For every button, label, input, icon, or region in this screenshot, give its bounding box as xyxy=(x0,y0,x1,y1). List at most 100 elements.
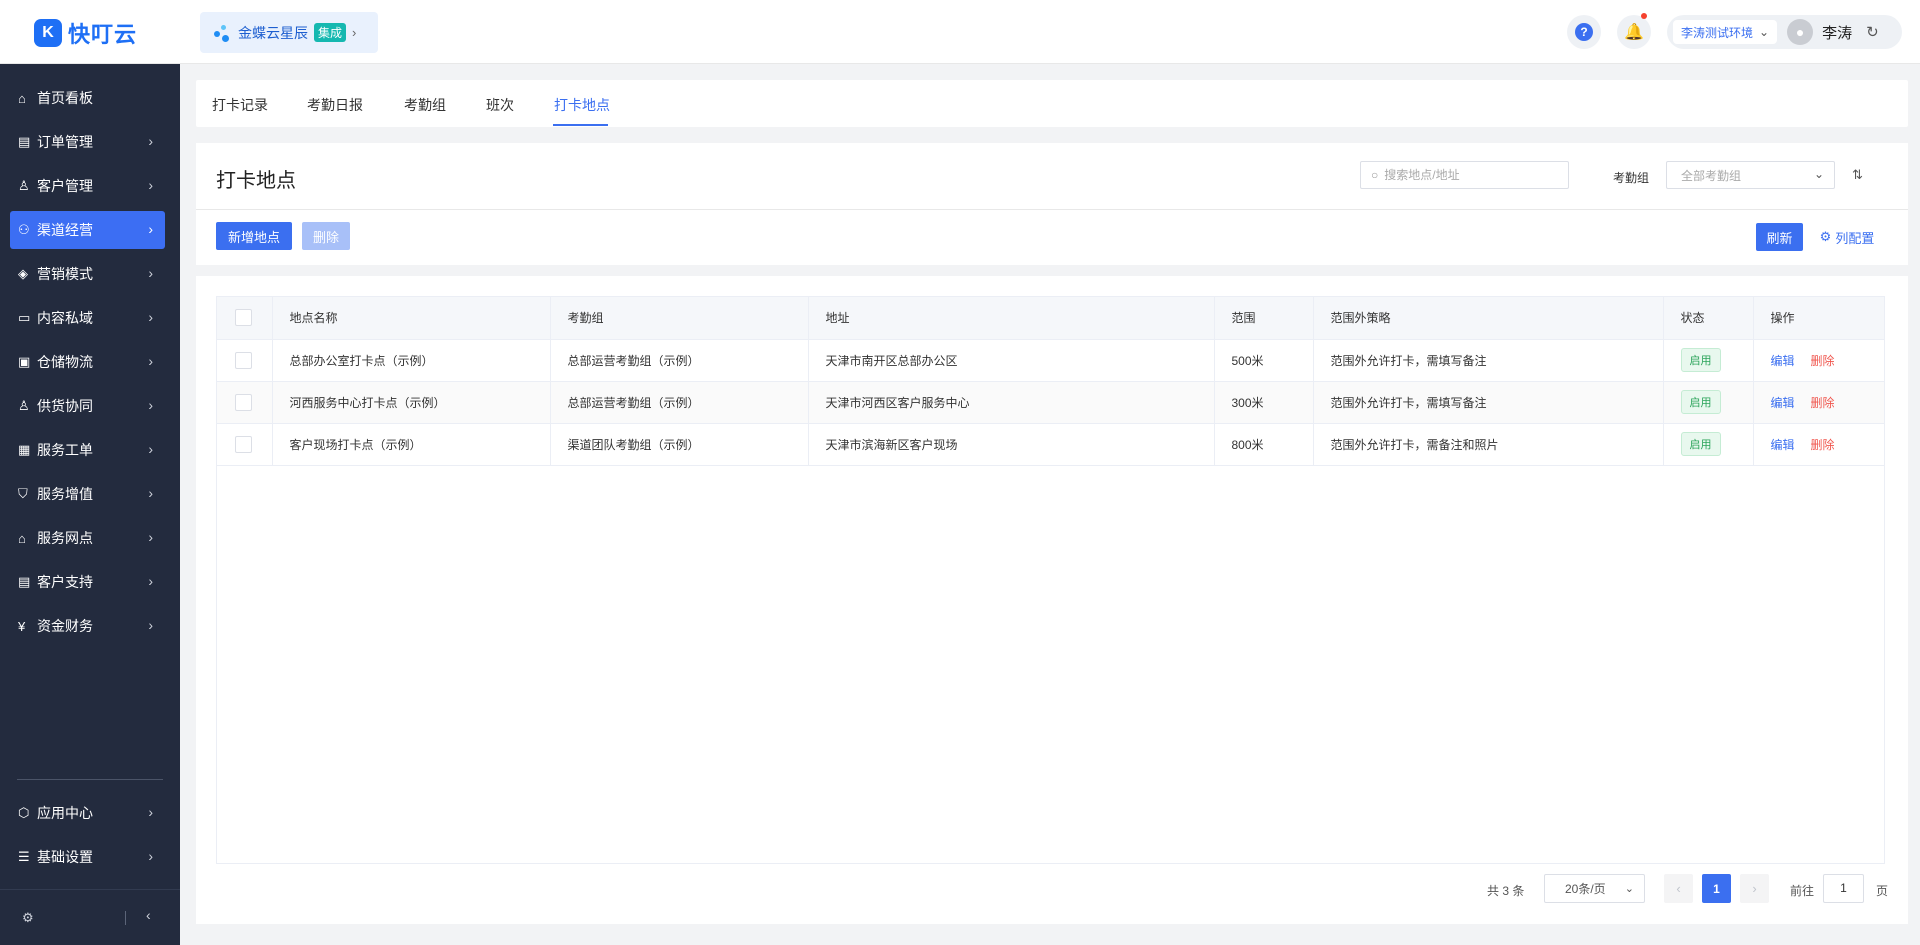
cell-policy: 范围外允许打卡，需备注和照片 xyxy=(1313,423,1664,466)
cube-icon: ⬡ xyxy=(18,805,30,820)
attendance-group-select[interactable]: 全部考勤组 ⌄ xyxy=(1666,161,1835,189)
select-all-checkbox[interactable] xyxy=(235,309,252,327)
notification-button[interactable]: 🔔 xyxy=(1617,13,1651,49)
chevron-down-icon: ⌄ xyxy=(1813,167,1824,181)
delete-link[interactable]: 删除 xyxy=(1811,438,1835,452)
image-icon: ▭ xyxy=(18,310,31,325)
column-header-policy: 范围外策略 xyxy=(1313,297,1664,340)
tab-punch-locations[interactable]: 打卡地点 xyxy=(554,95,610,115)
sidebar-item-marketing[interactable]: ◈ 营销模式 › xyxy=(10,255,165,293)
sidebar-item-finance[interactable]: ¥ 资金财务 › xyxy=(10,607,165,645)
select-placeholder: 全部考勤组 xyxy=(1681,168,1742,183)
integration-name: 金蝶云星辰 xyxy=(238,24,308,41)
sidebar-item-support[interactable]: ▤ 客户支持 › xyxy=(10,563,165,601)
sidebar: ⌂ 首页看板 ▤ 订单管理 › ♙ 客户管理 › ⚇ 渠道经营 › ◈ 营销模式… xyxy=(0,64,180,945)
attendance-group-filter-label: 考勤组 xyxy=(1613,171,1650,185)
sidebar-item-label: 内容私域 xyxy=(37,310,93,326)
cell-name: 总部办公室打卡点（示例） xyxy=(272,339,551,382)
bell-icon: 🔔 xyxy=(1624,24,1644,41)
row-checkbox[interactable] xyxy=(235,393,252,411)
column-config-button[interactable]: ⚙ 列配置 xyxy=(1812,223,1882,251)
sidebar-item-app-center[interactable]: ⬡ 应用中心 › xyxy=(10,794,165,832)
edit-link[interactable]: 编辑 xyxy=(1771,354,1795,368)
row-select-cell xyxy=(217,339,273,382)
table-row: 河西服务中心打卡点（示例） 总部运营考勤组（示例） 天津市河西区客户服务中心 3… xyxy=(217,381,1884,424)
row-checkbox[interactable] xyxy=(235,435,252,453)
sidebar-item-basic-settings[interactable]: ☰ 基础设置 › xyxy=(10,838,165,876)
delete-link[interactable]: 删除 xyxy=(1811,354,1835,368)
workorder-icon: ▦ xyxy=(18,442,31,457)
sidebar-item-orders[interactable]: ▤ 订单管理 › xyxy=(10,123,165,161)
column-header-name: 地点名称 xyxy=(272,297,551,340)
refresh-button[interactable]: 刷新 xyxy=(1756,223,1803,251)
edit-link[interactable]: 编辑 xyxy=(1771,396,1795,410)
sidebar-item-warehouse[interactable]: ▣ 仓储物流 › xyxy=(10,343,165,381)
sidebar-item-workorders[interactable]: ▦ 服务工单 › xyxy=(10,431,165,469)
sidebar-item-supply[interactable]: ♙ 供货协同 › xyxy=(10,387,165,425)
sidebar-item-content[interactable]: ▭ 内容私域 › xyxy=(10,299,165,337)
prev-page-button[interactable]: ‹ xyxy=(1664,874,1693,903)
cell-actions: 编辑 删除 xyxy=(1753,423,1884,466)
sidebar-item-label: 客户支持 xyxy=(37,574,93,590)
search-input[interactable] xyxy=(1384,168,1555,182)
chevron-right-icon: › xyxy=(148,529,153,545)
tab-attendance-groups[interactable]: 考勤组 xyxy=(404,95,446,115)
cell-range: 500米 xyxy=(1214,339,1314,382)
reload-icon[interactable]: ↻ xyxy=(1866,23,1879,41)
sidebar-item-dashboard[interactable]: ⌂ 首页看板 xyxy=(10,79,165,117)
add-location-button[interactable]: 新增地点 xyxy=(216,222,292,250)
sidebar-item-label: 资金财务 xyxy=(37,618,93,634)
page-size-select[interactable]: 20条/页 ⌄ xyxy=(1544,874,1645,903)
tab-bar: 打卡记录 考勤日报 考勤组 班次 打卡地点 xyxy=(196,80,1908,127)
next-page-button[interactable]: › xyxy=(1740,874,1769,903)
sidebar-item-label: 首页看板 xyxy=(37,90,93,106)
sidebar-footer-separator xyxy=(125,911,126,925)
app-logo[interactable]: K 快叮云 xyxy=(34,17,137,49)
sidebar-item-label: 供货协同 xyxy=(37,398,93,414)
tab-daily-report[interactable]: 考勤日报 xyxy=(307,95,363,115)
sidebar-item-label: 仓储物流 xyxy=(37,354,93,370)
store-icon: ⌂ xyxy=(18,530,26,546)
toolbar-card: 打卡地点 ○ 考勤组 全部考勤组 ⌄ ⇅ 新增地点 删除 刷新 ⚙ 列配置 xyxy=(196,143,1908,265)
goto-page-input[interactable]: 1 xyxy=(1823,874,1864,903)
column-header-range: 范围 xyxy=(1214,297,1314,340)
top-header: K 快叮云 金蝶云星辰 集成 › ? 🔔 李涛测试环境 ⌄ ● 李涛 ↻ xyxy=(0,0,1920,64)
sidebar-item-label: 订单管理 xyxy=(37,134,93,150)
tab-punch-records[interactable]: 打卡记录 xyxy=(212,95,268,115)
sidebar-item-label: 服务增值 xyxy=(37,486,93,502)
sidebar-item-customers[interactable]: ♙ 客户管理 › xyxy=(10,167,165,205)
row-checkbox[interactable] xyxy=(235,351,252,369)
help-icon: ? xyxy=(1575,23,1593,41)
warehouse-icon: ▣ xyxy=(18,354,31,369)
column-config-label: 列配置 xyxy=(1835,230,1875,246)
locations-table: 地点名称 考勤组 地址 范围 范围外策略 状态 操作 总部办公室打卡点（示例） … xyxy=(216,296,1885,864)
delete-button[interactable]: 删除 xyxy=(302,222,350,250)
sidebar-item-service-points[interactable]: ⌂ 服务网点 › xyxy=(10,519,165,557)
sidebar-item-value-added[interactable]: ⛉ 服务增值 › xyxy=(10,475,165,513)
edit-link[interactable]: 编辑 xyxy=(1771,438,1795,452)
customer-icon: ♙ xyxy=(18,178,30,193)
sort-icon[interactable]: ⇅ xyxy=(1852,167,1863,183)
tab-shifts[interactable]: 班次 xyxy=(486,95,514,115)
user-name[interactable]: 李涛 xyxy=(1822,22,1852,43)
sidebar-item-label: 应用中心 xyxy=(37,805,93,821)
table-row: 客户现场打卡点（示例） 渠道团队考勤组（示例） 天津市滨海新区客户现场 800米… xyxy=(217,423,1884,466)
avatar[interactable]: ● xyxy=(1787,19,1814,45)
gear-icon[interactable]: ⚙ xyxy=(22,910,34,926)
integration-link[interactable]: 金蝶云星辰 集成 › xyxy=(200,12,378,53)
collapse-sidebar-icon[interactable]: ‹ xyxy=(146,907,151,923)
chevron-right-icon: › xyxy=(148,573,153,589)
sidebar-item-channels[interactable]: ⚇ 渠道经营 › xyxy=(10,211,165,249)
chevron-right-icon: › xyxy=(352,25,357,40)
chevron-right-icon: › xyxy=(148,133,153,149)
delete-link[interactable]: 删除 xyxy=(1811,396,1835,410)
column-header-actions: 操作 xyxy=(1753,297,1884,340)
cell-name: 客户现场打卡点（示例） xyxy=(272,423,551,466)
order-icon: ▤ xyxy=(18,134,31,149)
chevron-down-icon: ⌄ xyxy=(1759,25,1770,39)
help-button[interactable]: ? xyxy=(1567,15,1601,49)
supply-icon: ♙ xyxy=(18,398,30,413)
page-number-current[interactable]: 1 xyxy=(1702,874,1731,903)
environment-switcher[interactable]: 李涛测试环境 ⌄ xyxy=(1673,20,1778,44)
cell-range: 300米 xyxy=(1214,381,1314,424)
